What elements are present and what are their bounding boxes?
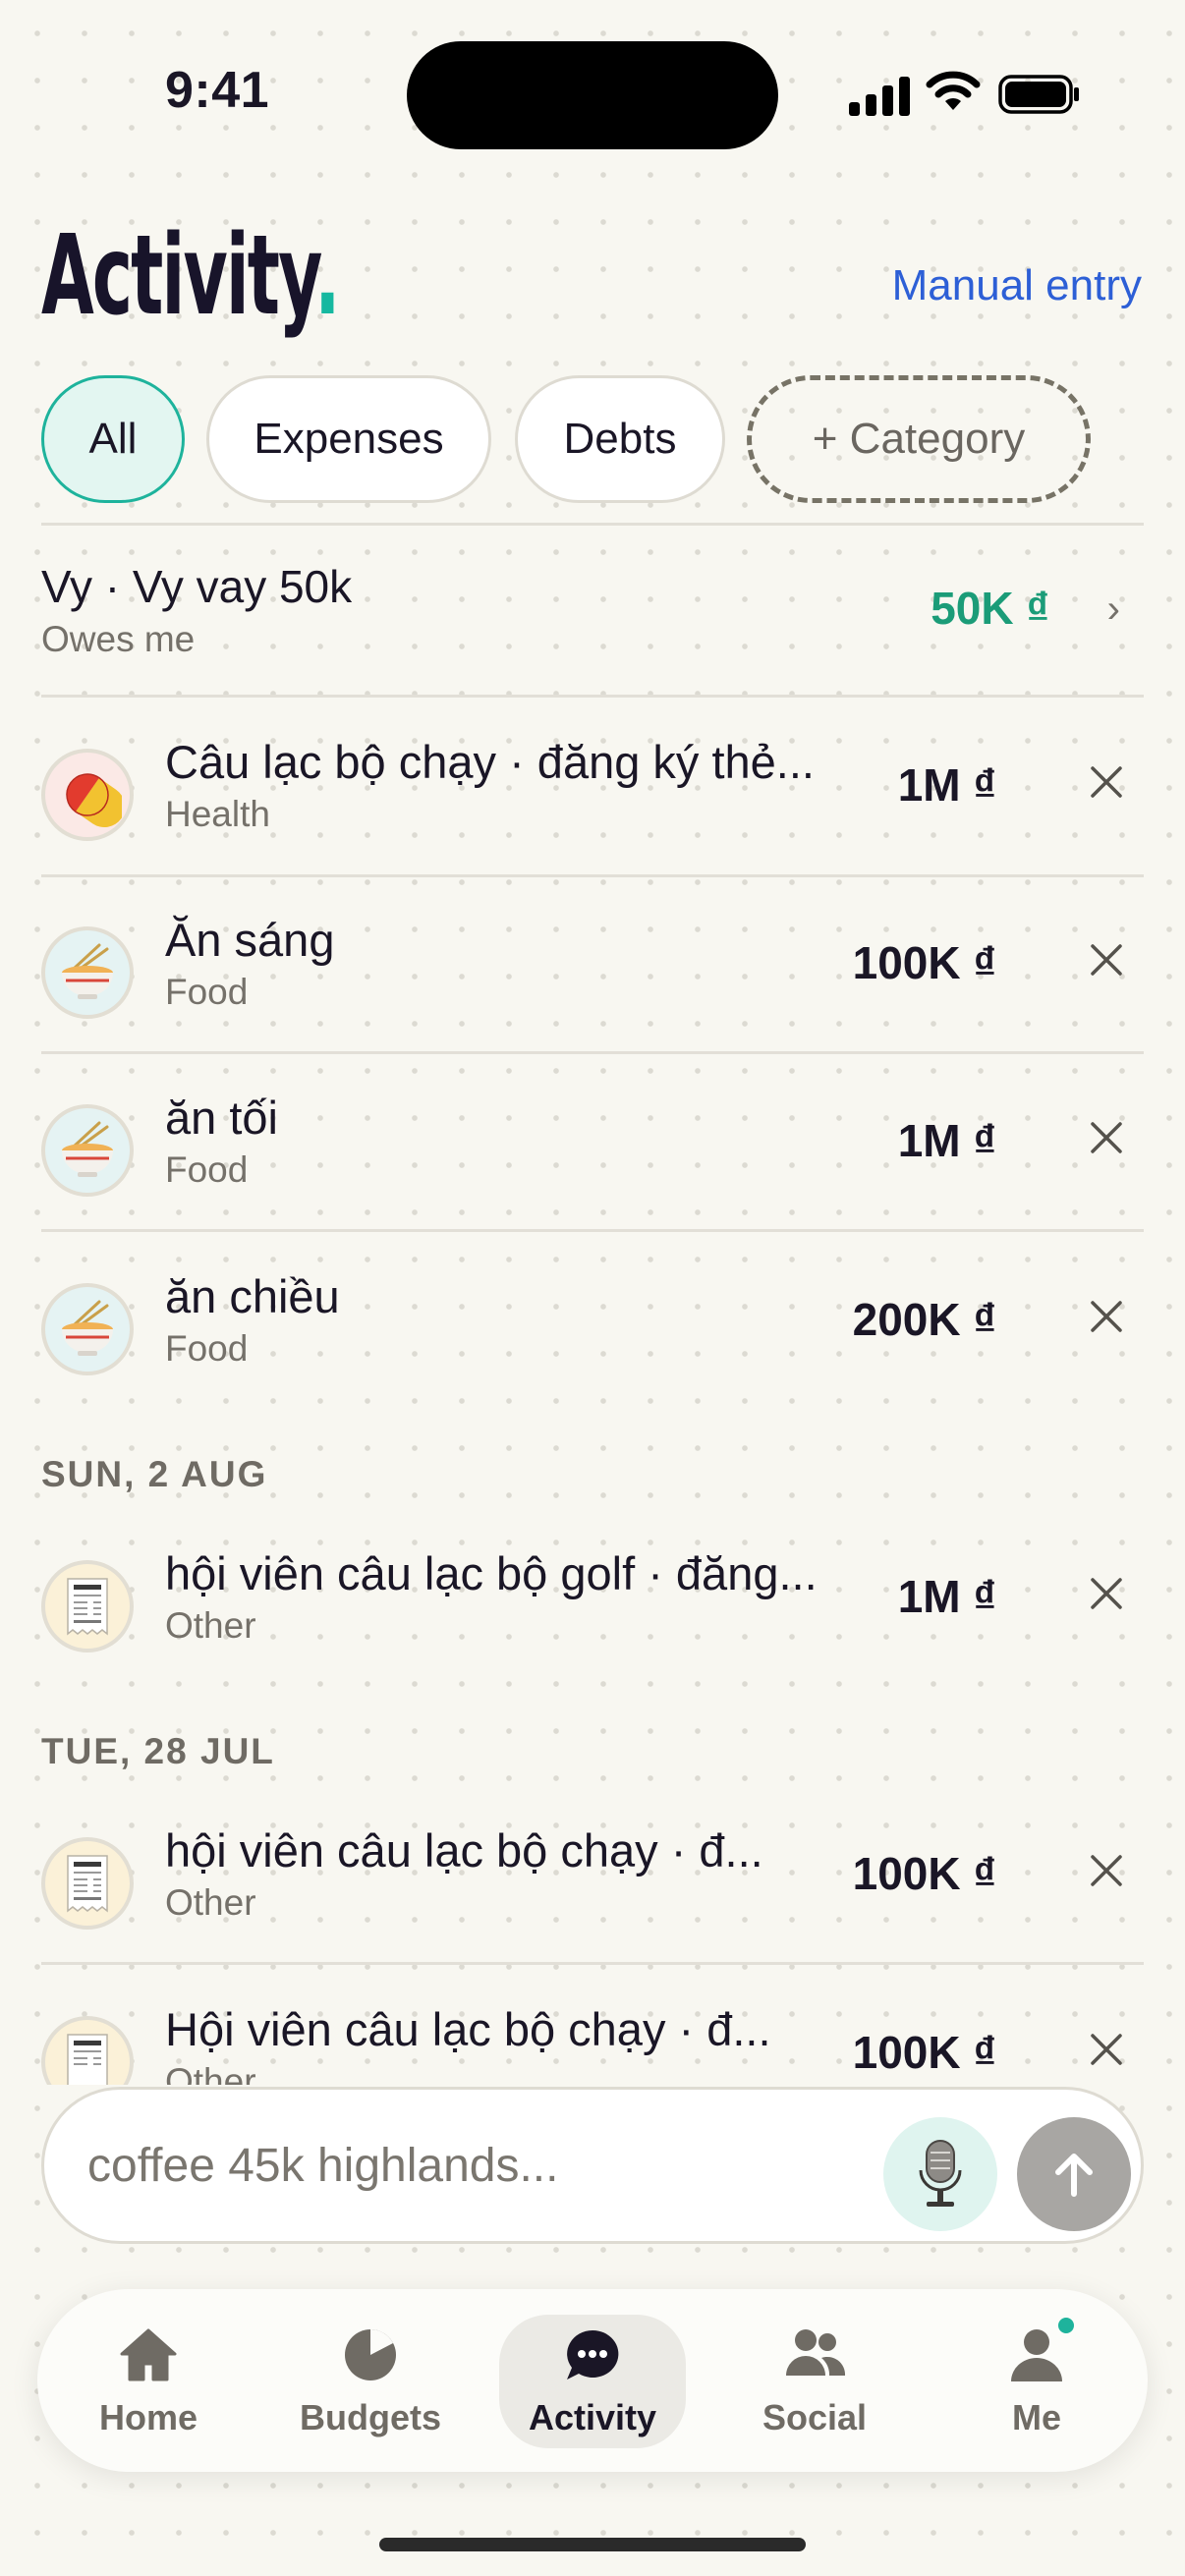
delete-x-icon[interactable] bbox=[1087, 1851, 1126, 1890]
receipt-icon bbox=[41, 2016, 134, 2085]
transaction-amount: 100K ₫ bbox=[852, 1848, 996, 1899]
home-icon bbox=[120, 2328, 177, 2381]
transaction-title: Ăn sáng bbox=[165, 914, 335, 966]
receipt-icon bbox=[41, 1560, 134, 1652]
send-button[interactable] bbox=[1017, 2117, 1131, 2231]
transaction-amount: 1M ₫ bbox=[897, 1115, 996, 1166]
filter-chip-all[interactable]: All bbox=[41, 375, 185, 503]
transaction-category: Food bbox=[165, 1328, 249, 1369]
tab-bar: Home Budgets Activity Social Me bbox=[37, 2289, 1148, 2472]
tab-budgets[interactable]: Budgets bbox=[277, 2289, 464, 2472]
section-date-label: TUE, 28 JUL bbox=[41, 1731, 275, 1771]
transaction-category: Other bbox=[165, 1605, 256, 1646]
divider bbox=[41, 1962, 1144, 1965]
microphone-icon bbox=[919, 2140, 962, 2207]
section-date-label: SUN, 2 AUG bbox=[41, 1454, 268, 1494]
manual-entry-link[interactable]: Manual entry bbox=[892, 261, 1142, 310]
transaction-row[interactable]: ăn tối Food 1M ₫ bbox=[0, 1091, 1185, 1238]
transaction-amount: 100K ₫ bbox=[852, 2027, 996, 2078]
filter-chip-expenses[interactable]: Expenses bbox=[206, 375, 491, 503]
divider bbox=[41, 874, 1144, 877]
transaction-row[interactable]: Câu lạc bộ chạy · đăng ký thẻ... Health … bbox=[0, 735, 1185, 882]
tab-activity[interactable]: Activity bbox=[499, 2289, 686, 2472]
transaction-title: hội viên câu lạc bộ chạy · đ... bbox=[165, 1824, 763, 1876]
transaction-row[interactable]: Ăn sáng Food 100K ₫ bbox=[0, 913, 1185, 1060]
cellular-signal-icon bbox=[849, 77, 910, 116]
tab-social[interactable]: Social bbox=[721, 2289, 908, 2472]
add-category-chip[interactable]: + Category bbox=[747, 375, 1091, 503]
debt-title: Vy · Vy vay 50k bbox=[41, 561, 353, 612]
transaction-row[interactable]: ăn chiều Food 200K ₫ bbox=[0, 1269, 1185, 1417]
receipt-icon bbox=[41, 1837, 134, 1930]
tab-label: Activity bbox=[528, 2397, 657, 2437]
divider bbox=[41, 1051, 1144, 1054]
chat-bubble-icon bbox=[567, 2329, 619, 2380]
delete-x-icon[interactable] bbox=[1087, 1297, 1126, 1336]
pie-chart-icon bbox=[345, 2329, 396, 2380]
quick-entry-composer bbox=[41, 2087, 1144, 2244]
transaction-amount: 100K ₫ bbox=[852, 937, 996, 988]
transaction-title: Câu lạc bộ chạy · đăng ký thẻ... bbox=[165, 736, 815, 788]
divider bbox=[41, 1229, 1144, 1232]
status-time: 9:41 bbox=[165, 62, 270, 119]
page-title-dot: . bbox=[314, 212, 340, 340]
transaction-category: Food bbox=[165, 972, 249, 1012]
debt-amount: 50K ₫ bbox=[931, 583, 1049, 634]
noodle-bowl-icon bbox=[41, 926, 134, 1019]
noodle-bowl-icon bbox=[41, 1104, 134, 1197]
delete-x-icon[interactable] bbox=[1087, 1118, 1126, 1157]
quick-entry-input[interactable] bbox=[87, 2139, 854, 2193]
tab-home[interactable]: Home bbox=[55, 2289, 242, 2472]
divider bbox=[41, 523, 1144, 526]
transaction-category: Health bbox=[165, 794, 270, 834]
arrow-up-icon bbox=[1055, 2154, 1093, 2197]
transaction-amount: 200K ₫ bbox=[852, 1294, 996, 1345]
wifi-icon bbox=[926, 71, 981, 110]
home-indicator bbox=[379, 2538, 806, 2551]
tab-label: Home bbox=[98, 2397, 198, 2437]
transaction-title: ăn tối bbox=[165, 1092, 278, 1144]
page-title: Activity. bbox=[41, 212, 341, 340]
debt-subtitle: Owes me bbox=[41, 619, 196, 659]
pill-icon bbox=[41, 749, 134, 841]
microphone-button[interactable] bbox=[883, 2117, 997, 2231]
tab-label: Me bbox=[1011, 2397, 1061, 2437]
divider bbox=[41, 695, 1144, 698]
transaction-category: Food bbox=[165, 1149, 249, 1190]
transaction-category: Other bbox=[165, 1882, 256, 1923]
filter-chip-debts[interactable]: Debts bbox=[515, 375, 725, 503]
delete-x-icon[interactable] bbox=[1087, 762, 1126, 802]
transaction-row[interactable]: hội viên câu lạc bộ chạy · đ... Other 10… bbox=[0, 1823, 1185, 1971]
person-icon bbox=[1011, 2329, 1062, 2381]
transaction-row[interactable]: hội viên câu lạc bộ golf · đăng... Other… bbox=[0, 1546, 1185, 1694]
transaction-amount: 1M ₫ bbox=[897, 1571, 996, 1622]
battery-icon bbox=[998, 75, 1079, 114]
dynamic-island bbox=[407, 41, 778, 149]
notification-dot bbox=[1055, 2315, 1077, 2336]
transaction-category: Other bbox=[165, 2061, 256, 2085]
tab-label: Social bbox=[762, 2397, 868, 2437]
chevron-right-icon[interactable]: › bbox=[1107, 588, 1120, 632]
delete-x-icon[interactable] bbox=[1087, 2030, 1126, 2069]
people-icon bbox=[786, 2329, 846, 2376]
noodle-bowl-icon bbox=[41, 1283, 134, 1375]
transaction-title: Hội viên câu lạc bộ chạy · đ... bbox=[165, 2003, 771, 2055]
tab-me[interactable]: Me bbox=[943, 2289, 1130, 2472]
transaction-amount: 1M ₫ bbox=[897, 759, 996, 811]
page-title-text: Activity bbox=[41, 212, 316, 340]
delete-x-icon[interactable] bbox=[1087, 1574, 1126, 1613]
transaction-title: hội viên câu lạc bộ golf · đăng... bbox=[165, 1547, 818, 1599]
delete-x-icon[interactable] bbox=[1087, 940, 1126, 980]
tab-label: Budgets bbox=[300, 2397, 441, 2437]
transaction-row[interactable]: Hội viên câu lạc bộ chạy · đ... Other 10… bbox=[0, 2002, 1185, 2085]
transaction-title: ăn chiều bbox=[165, 1270, 340, 1322]
